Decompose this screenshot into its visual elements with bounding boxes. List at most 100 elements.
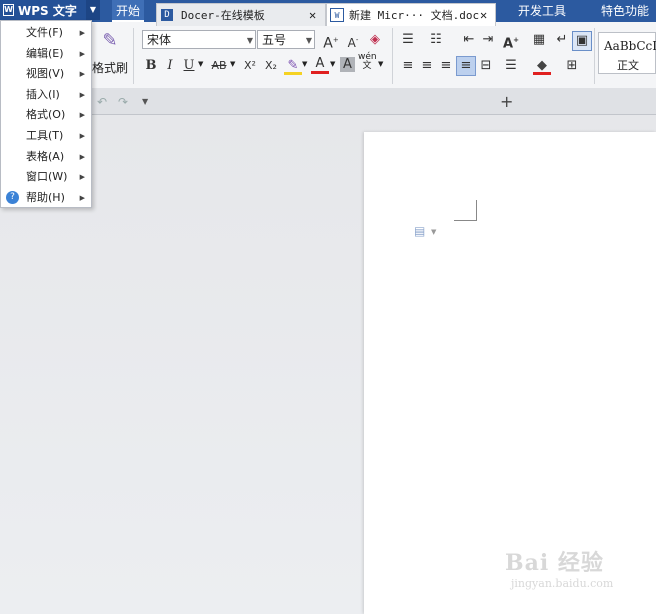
font-size-select[interactable]: 五号 ▼ xyxy=(257,30,315,49)
format-painter-icon[interactable]: ✎ xyxy=(99,32,121,54)
group-divider xyxy=(392,28,393,84)
docer-icon: D xyxy=(161,9,173,21)
bold-button[interactable]: B xyxy=(142,57,160,75)
wps-logo-icon: W xyxy=(3,4,14,16)
style-name: 正文 xyxy=(617,59,639,72)
menu-item-label: 视图(V) xyxy=(26,67,65,81)
font-size-value: 五号 xyxy=(262,33,287,47)
grow-font-icon[interactable]: A+ xyxy=(322,31,340,52)
align-left-icon[interactable]: ≡ xyxy=(399,57,417,75)
text-case-icon[interactable]: A+ xyxy=(502,31,520,51)
chevron-down-icon: ▼ xyxy=(305,36,312,45)
menu-item-label: 格式(O) xyxy=(26,108,66,122)
menu-item[interactable]: 编辑(E) ▶ xyxy=(1,44,91,64)
menu-item-label: 帮助(H) xyxy=(26,190,65,204)
bullet-list-icon[interactable]: ☰ xyxy=(399,31,417,49)
align-justify-icon[interactable]: ≡ xyxy=(456,56,476,76)
underline-button[interactable]: U xyxy=(180,57,198,75)
highlight-icon[interactable]: ✎ xyxy=(284,57,302,75)
menu-item-label: 编辑(E) xyxy=(26,46,64,60)
group-divider xyxy=(133,28,134,84)
app-dropdown-menu: 文件(F) ▶ 编辑(E) ▶ 视图(V) ▶ 插入(I) ▶ 格式(O) ▶ 工具(T) ▶ 表格(A… xyxy=(0,20,92,208)
menu-item-label: 窗口(W) xyxy=(26,170,68,184)
submenu-arrow-icon: ▶ xyxy=(79,152,85,161)
chevron-down-icon[interactable]: ▼ xyxy=(302,60,307,68)
menu-item[interactable]: 表格(A) ▶ xyxy=(1,147,91,167)
ribbon-tab[interactable]: 开发工具 xyxy=(512,0,572,22)
baidu-watermark: Bai 经验 jingyan.baidu.com xyxy=(505,545,613,590)
italic-button[interactable]: I xyxy=(161,57,179,75)
table-grid-icon[interactable]: ▦ xyxy=(530,31,548,49)
new-tab-button[interactable]: + xyxy=(500,92,513,111)
undo-icon[interactable]: ↶ xyxy=(97,95,107,109)
borders-icon[interactable]: ⊞ xyxy=(563,57,581,75)
font-name-value: 宋体 xyxy=(147,33,172,47)
menu-item[interactable]: 文件(F) ▶ xyxy=(1,23,91,43)
menu-item[interactable]: 视图(V) ▶ xyxy=(1,64,91,84)
help-icon: ? xyxy=(6,190,19,204)
chevron-down-icon[interactable]: ▼ xyxy=(431,228,436,236)
submenu-arrow-icon: ▶ xyxy=(79,29,85,37)
shrink-font-icon[interactable]: A- xyxy=(344,31,362,50)
menu-item[interactable]: 窗口(W) ▶ xyxy=(1,167,91,187)
format-painter-label[interactable]: 格式刷 xyxy=(92,59,128,76)
increase-indent-icon[interactable]: ⇥ xyxy=(479,31,497,49)
chevron-down-icon[interactable]: ▼ xyxy=(230,60,235,68)
app-menu-caret-icon[interactable]: ▼ xyxy=(86,0,100,20)
ribbon-tab[interactable]: 开始 xyxy=(112,0,144,22)
distribute-icon[interactable]: ⊟ xyxy=(477,57,495,75)
submenu-arrow-icon: ▶ xyxy=(79,173,85,182)
menu-item-label: 文件(F) xyxy=(26,26,63,39)
submenu-arrow-icon: ▶ xyxy=(79,90,85,99)
font-name-select[interactable]: 宋体 ▼ xyxy=(142,30,256,49)
clear-format-icon[interactable]: ◈ xyxy=(366,31,384,49)
show-marks-icon[interactable]: ↵ xyxy=(553,31,571,49)
submenu-arrow-icon: ▶ xyxy=(79,70,85,79)
doc-tab-docer[interactable]: D Docer-在线模板 ✕ xyxy=(156,3,326,26)
document-page[interactable] xyxy=(364,132,656,614)
menu-item[interactable]: 工具(T) ▶ xyxy=(1,126,91,146)
menu-item-label: 表格(A) xyxy=(26,149,65,163)
align-right-icon[interactable]: ≡ xyxy=(437,57,455,75)
watermark-url: jingyan.baidu.com xyxy=(511,577,614,590)
app-title: WPS 文字 xyxy=(18,4,77,18)
style-preview: AaBbCcD xyxy=(604,39,656,53)
submenu-arrow-icon: ▶ xyxy=(79,49,85,58)
doc-tab-active[interactable]: W 新建 Micr··· 文档.doc ✕ xyxy=(326,3,496,26)
line-spacing-icon[interactable]: ☰ xyxy=(502,57,520,75)
subscript-button[interactable]: X₂ xyxy=(261,57,281,75)
chevron-down-icon[interactable]: ▼ xyxy=(198,60,203,68)
quick-access-dropdown-icon[interactable]: ▼ xyxy=(142,97,148,106)
font-color-button[interactable]: A xyxy=(311,55,329,74)
menu-item[interactable]: 格式(O) ▶ xyxy=(1,105,91,125)
group-divider xyxy=(594,28,595,84)
chevron-down-icon[interactable]: ▼ xyxy=(378,60,383,68)
margin-corner-mark xyxy=(454,200,477,221)
chevron-down-icon: ▼ xyxy=(246,36,253,45)
document-map-icon[interactable]: ▣ xyxy=(572,31,592,51)
menu-item[interactable]: 插入(I) ▶ xyxy=(1,85,91,105)
wps-app-button[interactable]: W WPS 文字 ▼ xyxy=(0,0,100,20)
watermark-brand: Bai 经验 xyxy=(505,550,604,576)
redo-icon[interactable]: ↷ xyxy=(118,95,128,109)
char-shading-button[interactable]: A xyxy=(340,57,355,72)
ribbon-tab[interactable]: 特色功能 xyxy=(596,0,654,22)
style-gallery-normal[interactable]: AaBbCcD 正文 xyxy=(598,32,656,74)
close-tab-icon[interactable]: ✕ xyxy=(480,4,487,27)
submenu-arrow-icon: ▶ xyxy=(79,111,85,120)
phonetic-guide-button[interactable]: wén 文 xyxy=(358,53,377,71)
strikethrough-button[interactable]: AB xyxy=(207,57,231,75)
close-tab-icon[interactable]: ✕ xyxy=(309,4,316,27)
submenu-arrow-icon: ▶ xyxy=(79,193,85,202)
menu-item[interactable]: ? 帮助(H) ▶ xyxy=(1,188,91,208)
doc-tab-title: Docer-在线模板 xyxy=(181,9,265,22)
doc-tab-title: 新建 Micr··· 文档.doc xyxy=(349,9,480,22)
word-doc-icon: W xyxy=(330,8,344,22)
paste-options-icon[interactable]: ▤ xyxy=(414,224,425,238)
decrease-indent-icon[interactable]: ⇤ xyxy=(460,31,478,49)
paragraph-shading-icon[interactable]: ◆ xyxy=(533,57,551,75)
numbered-list-icon[interactable]: ☷ xyxy=(427,31,445,49)
superscript-button[interactable]: X² xyxy=(240,57,260,75)
chevron-down-icon[interactable]: ▼ xyxy=(330,60,335,68)
align-center-icon[interactable]: ≡ xyxy=(418,57,436,75)
